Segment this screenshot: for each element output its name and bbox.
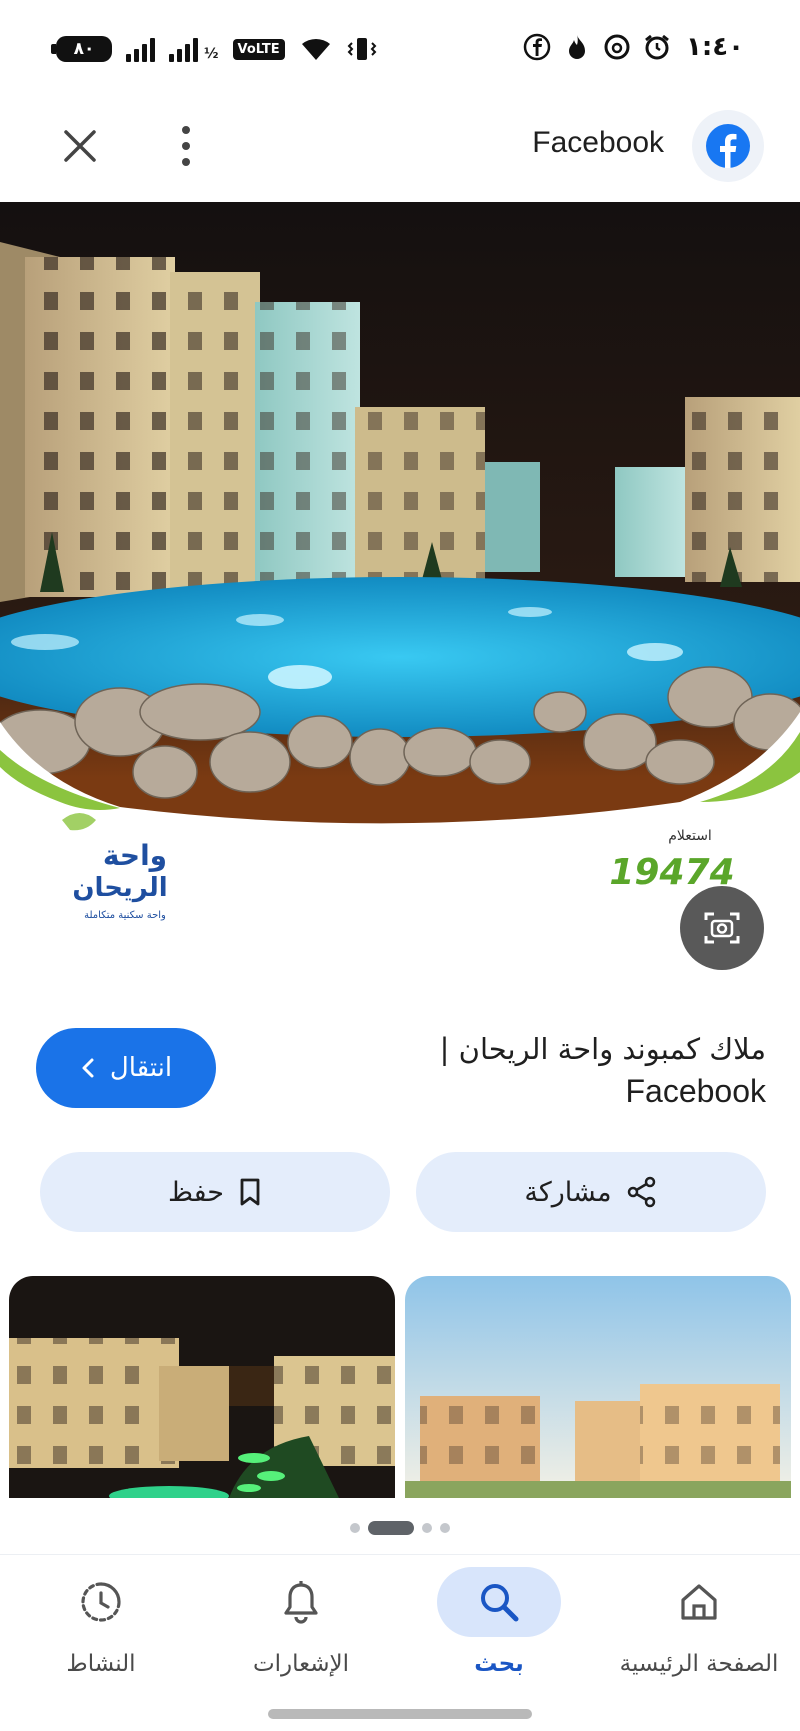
facebook-icon [522, 32, 552, 62]
close-button[interactable] [58, 124, 102, 168]
nav-search-label: بحث [474, 1651, 524, 1677]
more-vert-icon [182, 126, 190, 134]
nav-activity[interactable]: النشاط [6, 1563, 196, 1713]
nav-home-icon-wrap [637, 1567, 761, 1637]
pager-dot[interactable] [422, 1523, 432, 1533]
pager-dot-active[interactable] [368, 1521, 414, 1535]
carousel-pager [0, 1521, 800, 1535]
volte-badge: VoLTE [232, 38, 285, 60]
status-time: ١:٤٠ [685, 32, 744, 62]
result-title[interactable]: ملاك كمبوند واحة الريحان | Facebook [366, 1028, 766, 1112]
brand-tagline: واحة سكنية متكاملة [84, 910, 166, 921]
gesture-bar[interactable] [268, 1709, 532, 1719]
nav-notifications[interactable]: الإشعارات [206, 1563, 396, 1713]
bottom-navigation: النشاط الإشعارات بحث الصفحة الرئيسية [0, 1554, 800, 1731]
status-right: ١:٤٠ [522, 32, 744, 62]
signal-sim2-icon: ½ [169, 36, 219, 62]
pager-dot[interactable] [350, 1523, 360, 1533]
fire-icon [562, 32, 592, 62]
brand-line2: الريحان [72, 873, 167, 903]
lens-camera-icon [704, 912, 740, 944]
visit-label: انتقال [109, 1053, 173, 1083]
result-title-line1: ملاك كمبوند واحة الريحان | [439, 1032, 766, 1066]
activity-history-icon [81, 1582, 121, 1622]
nav-home-label: الصفحة الرئيسية [619, 1651, 779, 1677]
threads-icon [602, 32, 632, 62]
more-options-button[interactable] [172, 122, 200, 170]
chevron-left-icon [82, 1058, 94, 1078]
result-title-line2: Facebook [625, 1073, 766, 1109]
save-label: حفظ [168, 1176, 224, 1208]
pager-dot[interactable] [440, 1523, 450, 1533]
visit-button[interactable]: انتقال [36, 1028, 216, 1108]
bell-icon [284, 1581, 318, 1624]
google-lens-result-page: ٨٠ ½ VoLTE ١:٤٠ Facebook واحة الريحان وا… [0, 0, 800, 1731]
wifi-icon [301, 38, 330, 60]
hotline-caption: استعلام [668, 828, 712, 844]
save-button[interactable]: حفظ [40, 1152, 390, 1232]
share-icon [627, 1176, 655, 1208]
brand-line1: واحة [103, 839, 167, 872]
vibrate-icon [347, 38, 377, 60]
facebook-logo-icon [706, 124, 750, 168]
share-button[interactable]: مشاركة [416, 1152, 766, 1232]
close-icon [64, 130, 96, 162]
hero-image[interactable]: واحة الريحان واحة سكنية متكاملة استعلام … [0, 202, 800, 1000]
status-left: ٨٠ ½ VoLTE [51, 36, 377, 62]
site-name: Facebook [532, 126, 664, 159]
bookmark-icon [240, 1178, 260, 1206]
nav-home[interactable]: الصفحة الرئيسية [604, 1563, 794, 1713]
result-header: Facebook [0, 100, 800, 200]
alarm-icon [642, 32, 672, 62]
site-logo [692, 110, 764, 182]
nav-notifications-label: الإشعارات [252, 1651, 350, 1677]
signal-sim2-label: ½ [204, 46, 219, 62]
nav-activity-label: النشاط [66, 1651, 136, 1677]
nav-activity-icon-wrap [39, 1567, 163, 1637]
signal-sim1-icon [126, 36, 155, 62]
battery-indicator: ٨٠ [51, 36, 112, 62]
home-icon [681, 1584, 717, 1620]
related-image-day[interactable] [405, 1276, 791, 1498]
share-label: مشاركة [524, 1176, 612, 1208]
related-image-night[interactable] [9, 1276, 395, 1498]
lens-search-button[interactable] [680, 886, 764, 970]
search-icon [481, 1584, 519, 1622]
status-bar: ٨٠ ½ VoLTE ١:٤٠ [0, 0, 800, 100]
nav-notifications-icon-wrap [239, 1567, 363, 1637]
nav-search[interactable]: بحث [404, 1563, 594, 1713]
nav-search-icon-wrap [437, 1567, 561, 1637]
